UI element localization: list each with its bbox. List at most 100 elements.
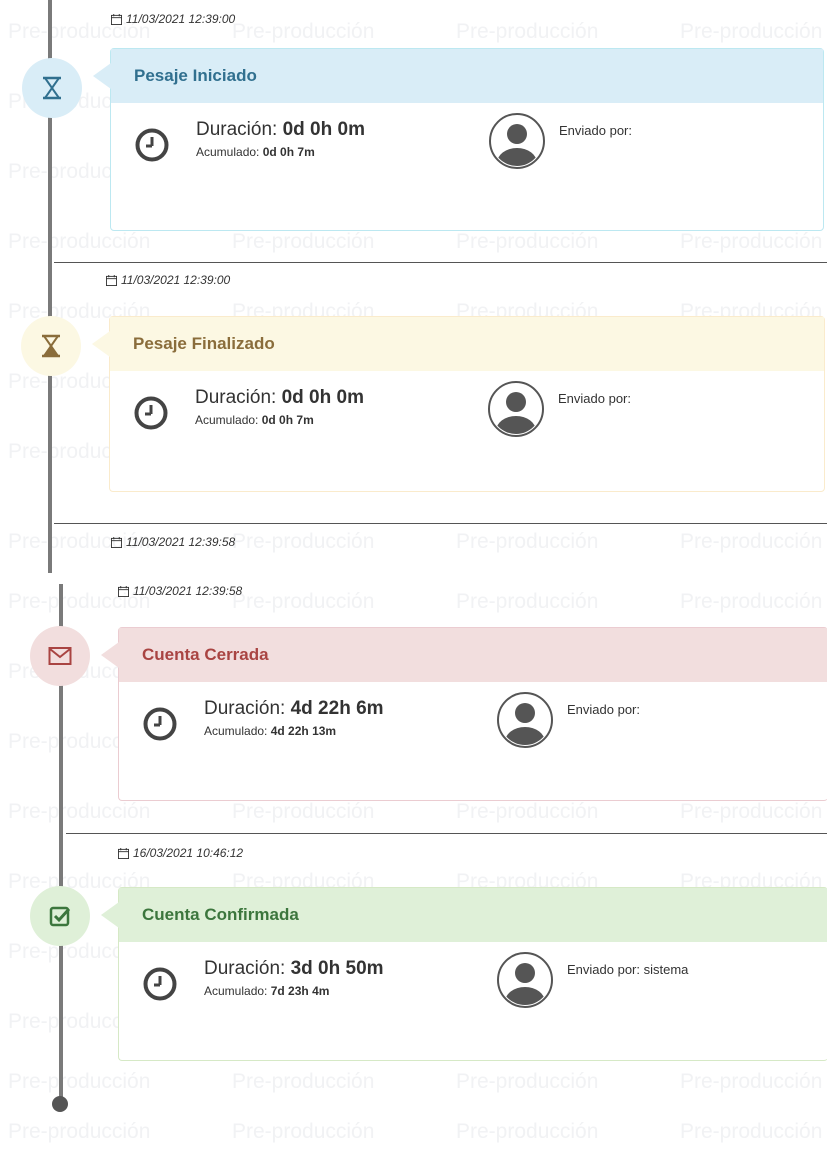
watermark-text: Pre-producción — [456, 530, 599, 553]
event-date-text: 11/03/2021 12:39:58 — [133, 584, 243, 598]
timeline-end-dot — [52, 1096, 68, 1112]
hourglass-icon — [43, 76, 61, 100]
check-square-icon — [49, 906, 71, 927]
card-header: Cuenta Confirmada — [101, 888, 827, 942]
event-date: 16/03/2021 10:46:12 — [118, 846, 243, 860]
calendar-icon — [118, 847, 129, 859]
watermark-text: Pre-producción — [456, 1070, 599, 1093]
envelope-icon — [48, 647, 72, 665]
event-date-text: 16/03/2021 10:46:12 — [133, 846, 244, 860]
separator — [66, 833, 827, 834]
watermark-text: Pre-producción — [456, 230, 599, 253]
card-title: Cuenta Cerrada — [142, 645, 269, 664]
card-arrow — [93, 63, 111, 89]
watermark-text: Pre-producción — [680, 230, 823, 253]
sent-by-label: Enviado por: — [567, 702, 640, 717]
duration: Duración: 0d 0h 0m — [196, 119, 365, 141]
event-card-cuenta-confirmada: Cuenta Confirmada Duración: 3d 0h 50m Ac… — [101, 887, 827, 1061]
clock-icon — [143, 707, 177, 741]
card-header: Cuenta Cerrada — [101, 628, 827, 682]
duration: Duración: 3d 0h 50m — [204, 958, 384, 980]
event-card-pesaje-finalizado: Pesaje Finalizado Duración: 0d 0h 0m Acu… — [92, 316, 825, 492]
card-body: Duración: 4d 22h 6m Acumulado: 4d 22h 13… — [119, 682, 827, 792]
card-body: Duración: 3d 0h 50m Acumulado: 7d 23h 4m… — [119, 942, 827, 1052]
duration: Duración: 0d 0h 0m — [195, 387, 364, 409]
accumulated-value: 0d 0h 7m — [262, 145, 315, 159]
watermark-text: Pre-producción — [680, 1120, 823, 1143]
accumulated: Acumulado: 0d 0h 7m — [195, 413, 314, 427]
watermark-text: Pre-producción — [232, 230, 375, 253]
sent-by-label: Enviado por: — [558, 391, 631, 406]
user-avatar-icon — [488, 381, 544, 437]
watermark-text: Pre-producción — [680, 800, 823, 823]
duration-label: Duración: — [204, 958, 286, 979]
watermark-text: Pre-producción — [8, 230, 151, 253]
watermark-text: Pre-producción — [8, 800, 151, 823]
watermark-text: Pre-producción — [232, 590, 375, 613]
sent-by: Enviado por: — [559, 123, 632, 138]
duration-label: Duración: — [195, 387, 277, 408]
card-title: Pesaje Iniciado — [134, 66, 257, 85]
separator — [54, 523, 827, 524]
event-date-text: 11/03/2021 12:39:00 — [126, 12, 236, 26]
watermark-text: Pre-producción — [232, 1120, 375, 1143]
user-avatar-icon — [489, 113, 545, 169]
calendar-icon — [111, 13, 122, 25]
accumulated-value: 0d 0h 7m — [261, 413, 314, 427]
accumulated-label: Acumulado: — [204, 724, 268, 738]
watermark-text: Pre-producción — [456, 800, 599, 823]
watermark-text: Pre-producción — [456, 20, 599, 43]
status-circle-pesaje-finalizado — [21, 316, 81, 376]
sent-by-value: sistema — [643, 962, 689, 977]
watermark-text: Pre-producción — [680, 530, 823, 553]
separator — [54, 262, 827, 263]
watermark-text: Pre-producción — [680, 20, 823, 43]
card-title: Cuenta Confirmada — [142, 905, 299, 924]
watermark-text: Pre-producción — [232, 530, 375, 553]
accumulated-label: Acumulado: — [195, 413, 259, 427]
watermark-text: Pre-producción — [232, 20, 375, 43]
accumulated-value: 4d 22h 13m — [270, 724, 337, 738]
card-header: Pesaje Finalizado — [92, 317, 824, 371]
sent-by-label: Enviado por: — [559, 123, 632, 138]
card-header: Pesaje Iniciado — [93, 49, 823, 103]
watermark-text: Pre-producción — [8, 1070, 151, 1093]
duration-value: 3d 0h 50m — [290, 958, 384, 979]
watermark-text: Pre-producción — [456, 1120, 599, 1143]
event-date-text: 11/03/2021 12:39:00 — [121, 273, 231, 287]
sent-by: Enviado por: — [567, 702, 640, 717]
duration-value: 4d 22h 6m — [290, 698, 384, 719]
event-date-text: 11/03/2021 12:39:58 — [126, 535, 236, 549]
hourglass-end-icon — [42, 334, 60, 358]
calendar-icon — [118, 585, 129, 597]
event-date: 11/03/2021 12:39:58 — [111, 535, 235, 549]
card-body: Duración: 0d 0h 0m Acumulado: 0d 0h 7m E… — [111, 103, 823, 213]
clock-icon — [143, 967, 177, 1001]
clock-icon — [135, 128, 169, 162]
accumulated-label: Acumulado: — [196, 145, 260, 159]
user-avatar-icon — [497, 692, 553, 748]
event-card-cuenta-cerrada: Cuenta Cerrada Duración: 4d 22h 6m Acumu… — [101, 627, 827, 801]
calendar-icon — [111, 536, 122, 548]
card-title: Pesaje Finalizado — [133, 334, 275, 353]
accumulated-label: Acumulado: — [204, 984, 268, 998]
duration-label: Duración: — [196, 119, 278, 140]
sent-by: Enviado por: — [558, 391, 631, 406]
status-circle-cuenta-cerrada — [30, 626, 90, 686]
sent-by-label: Enviado por: — [567, 962, 640, 977]
accumulated-value: 7d 23h 4m — [270, 984, 330, 998]
duration: Duración: 4d 22h 6m — [204, 698, 384, 720]
status-circle-cuenta-confirmada — [30, 886, 90, 946]
event-date: 11/03/2021 12:39:00 — [111, 12, 235, 26]
watermark-text: Pre-producción — [8, 1120, 151, 1143]
duration-value: 0d 0h 0m — [282, 119, 365, 140]
card-arrow — [92, 331, 110, 357]
watermark-text: Pre-producción — [232, 1070, 375, 1093]
watermark-text: Pre-producción — [456, 590, 599, 613]
watermark-text: Pre-producción — [680, 590, 823, 613]
status-circle-pesaje-iniciado — [22, 58, 82, 118]
clock-icon — [134, 396, 168, 430]
duration-value: 0d 0h 0m — [281, 387, 364, 408]
card-arrow — [101, 902, 119, 928]
sent-by: Enviado por: sistema — [567, 962, 688, 977]
